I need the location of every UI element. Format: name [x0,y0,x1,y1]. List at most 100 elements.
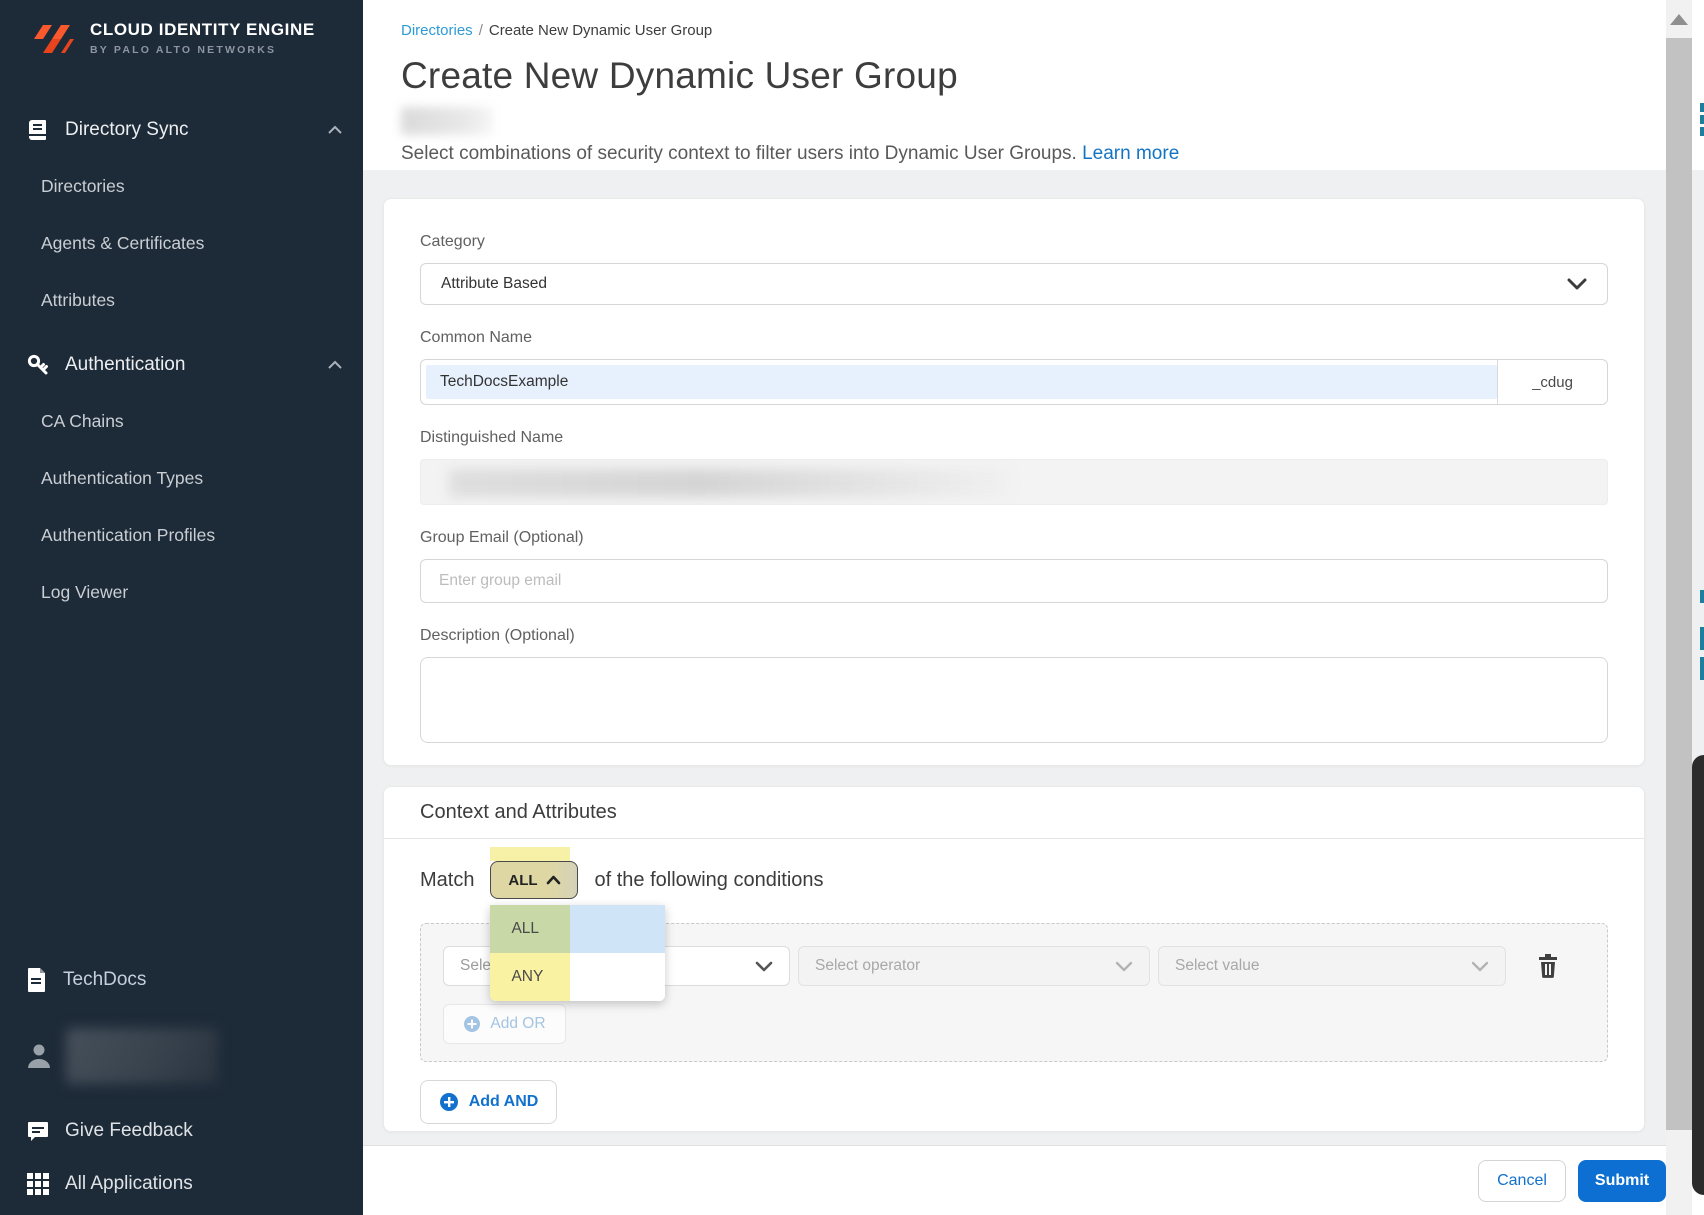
distinguished-name-redacted [449,469,1009,497]
description-label: Description (Optional) [420,627,1608,645]
learn-more-link[interactable]: Learn more [1082,143,1179,164]
app-subtitle: BY PALO ALTO NETWORKS [90,44,315,56]
add-and-button[interactable]: Add AND [420,1080,557,1124]
main-content: Directories / Create New Dynamic User Grou… [363,0,1704,1215]
dropdown-option-label: ANY [490,953,570,1001]
group-details-card: Category Attribute Based Common Name _cd… [383,198,1645,766]
context-attributes-title: Context and Attributes [384,787,1644,839]
chevron-up-icon [327,360,343,370]
sidebar-item-ca-chains[interactable]: CA Chains [0,393,363,450]
distinguished-name-label: Distinguished Name [420,429,1608,447]
submit-button[interactable]: Submit [1578,1160,1666,1202]
sidebar-nav: Directory Sync Directories Agents & Cert… [0,102,363,621]
sidebar-item-authentication-profiles[interactable]: Authentication Profiles [0,507,363,564]
operator-select[interactable]: Select operator [798,946,1150,986]
edge-artifact [1700,627,1704,650]
sidebar-section-directory-sync[interactable]: Directory Sync [0,102,363,158]
chevron-down-icon [1115,961,1133,972]
sidebar-item-give-feedback[interactable]: Give Feedback [0,1106,363,1156]
page-subtitle: Select combinations of security context … [401,143,1704,165]
brand-logo-icon [30,20,78,60]
sidebar-item-user-account[interactable] [0,1020,363,1092]
document-icon [26,967,48,993]
match-suffix: of the following conditions [594,869,823,892]
user-name-redacted [66,1028,218,1084]
page-title: Create New Dynamic User Group [401,55,1704,97]
sidebar-item-authentication-types[interactable]: Authentication Types [0,450,363,507]
match-mode-dropdown-menu: ALL ANY [490,905,665,1001]
category-value: Attribute Based [441,275,1567,293]
user-icon [26,1042,52,1070]
sidebar-section-authentication[interactable]: Authentication [0,337,363,393]
operator-select-placeholder: Select operator [815,957,1115,975]
group-email-input[interactable] [420,559,1608,603]
common-name-input[interactable] [426,365,1497,399]
breadcrumb-current: Create New Dynamic User Group [489,22,712,39]
page-subtitle-text: Select combinations of security context … [401,143,1077,164]
scrollbar-thumb[interactable] [1666,38,1692,1130]
book-icon [26,118,50,142]
breadcrumb-link-directories[interactable]: Directories [401,22,473,39]
value-select-placeholder: Select value [1175,957,1471,975]
description-textarea[interactable] [420,657,1608,743]
edge-artifact [1700,590,1704,603]
edge-artifact [1700,103,1704,112]
common-name-label: Common Name [420,329,1608,347]
sidebar-item-agents-certificates[interactable]: Agents & Certificates [0,215,363,272]
chevron-up-icon [327,125,343,135]
sidebar-section-label: Authentication [65,354,312,376]
vertical-scrollbar[interactable] [1666,0,1692,1215]
feedback-icon [26,1119,50,1143]
group-email-label: Group Email (Optional) [420,529,1608,547]
sidebar-item-attributes[interactable]: Attributes [0,272,363,329]
sidebar-item-label: Give Feedback [65,1120,193,1142]
sidebar-item-techdocs[interactable]: TechDocs [0,952,363,1008]
breadcrumb-separator: / [479,22,483,39]
page-header: Directories / Create New Dynamic User Grou… [363,0,1704,170]
match-row: Match ALL ALL ANY [420,861,1608,899]
category-label: Category [420,233,1608,251]
scroll-up-arrow-icon [1670,14,1688,25]
action-footer: Cancel Submit [363,1145,1704,1215]
find-highlight-overlay [490,847,570,861]
dropdown-option-all[interactable]: ALL [490,905,665,953]
plus-circle-icon [439,1092,459,1112]
edge-artifact [1700,657,1704,680]
match-mode-value: ALL [508,872,537,889]
sidebar-item-all-applications[interactable]: All Applications [0,1156,363,1212]
edge-artifact [1700,127,1704,136]
add-or-button[interactable]: Add OR [443,1004,566,1044]
scroll-up-button[interactable] [1666,0,1692,38]
add-or-label: Add OR [490,1015,545,1033]
match-mode-dropdown-button[interactable]: ALL [490,861,578,899]
trash-icon [1538,954,1558,978]
add-and-label: Add AND [469,1093,539,1111]
sidebar-item-label: All Applications [65,1173,193,1195]
sidebar-item-label: TechDocs [63,969,146,991]
cancel-button[interactable]: Cancel [1478,1160,1566,1202]
distinguished-name-field [420,459,1608,505]
common-name-field-group: _cdug [420,359,1608,405]
background-window-edge [1692,755,1704,1195]
key-icon [26,353,50,377]
app-title: CLOUD IDENTITY ENGINE [90,20,315,40]
dropdown-option-label: ALL [490,905,570,953]
breadcrumb: Directories / Create New Dynamic User Grou… [401,22,1704,39]
chevron-down-icon [1471,961,1489,972]
plus-circle-icon [463,1015,481,1033]
sidebar-item-directories[interactable]: Directories [0,158,363,215]
delete-condition-button[interactable] [1538,954,1558,978]
chevron-down-icon [755,961,773,972]
grid-icon [26,1172,50,1196]
context-attributes-card: Context and Attributes Match ALL ALL [383,786,1645,1132]
edge-artifact [1700,115,1704,124]
redacted-tenant-chip [401,107,493,135]
app-logo: CLOUD IDENTITY ENGINE BY PALO ALTO NETWO… [0,0,363,60]
sidebar-section-label: Directory Sync [65,119,312,141]
dropdown-option-any[interactable]: ANY [490,953,665,1001]
match-prefix: Match [420,869,474,892]
category-select[interactable]: Attribute Based [420,263,1608,305]
sidebar-item-log-viewer[interactable]: Log Viewer [0,564,363,621]
common-name-suffix: _cdug [1497,360,1607,404]
value-select[interactable]: Select value [1158,946,1506,986]
